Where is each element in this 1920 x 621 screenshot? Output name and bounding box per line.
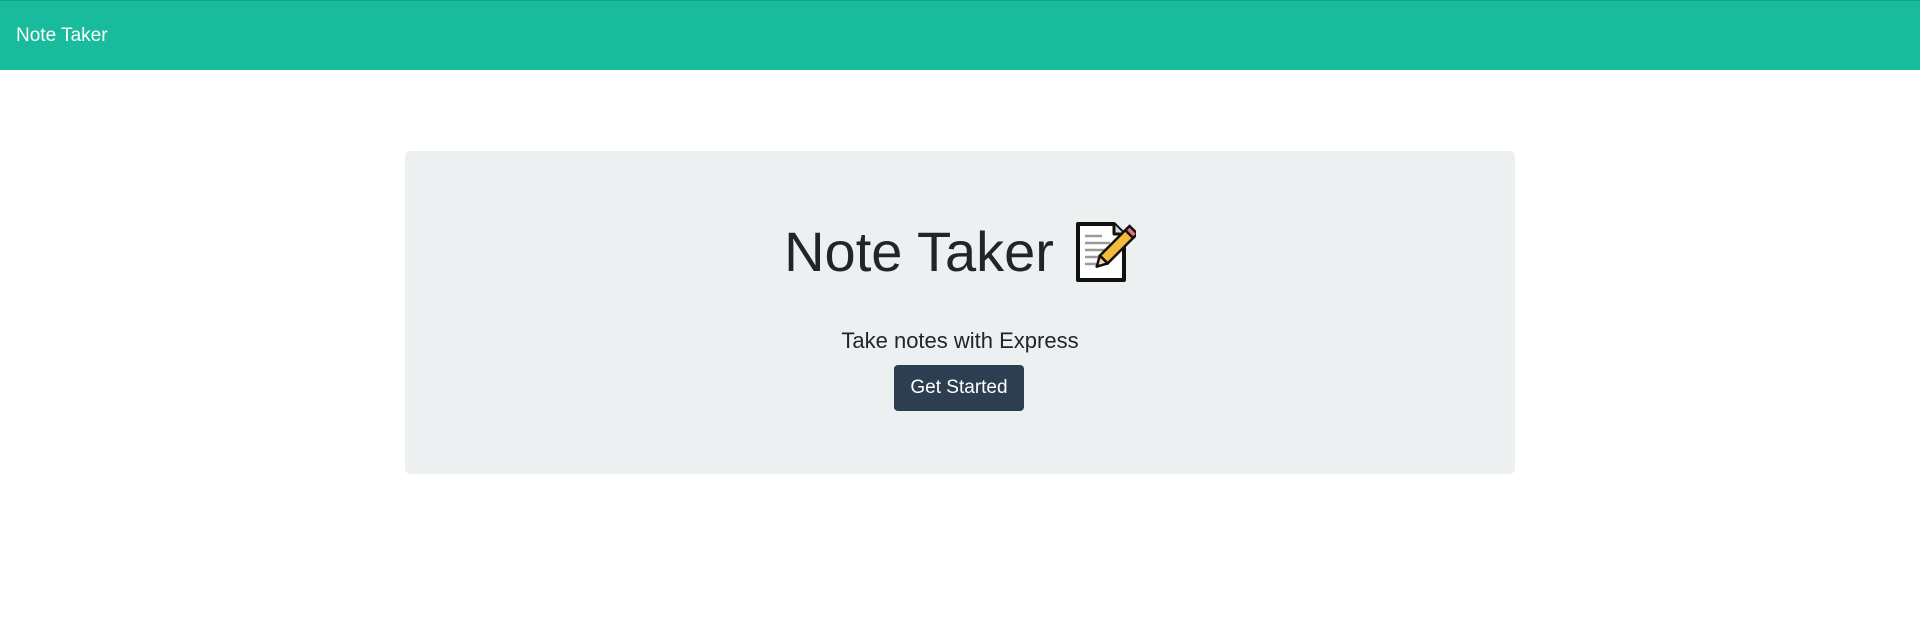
top-navbar: Note Taker — [0, 0, 1920, 70]
get-started-button[interactable]: Get Started — [894, 365, 1024, 411]
hero-subtitle: Take notes with Express — [841, 328, 1079, 353]
hero-title-row: Note Taker — [405, 217, 1515, 287]
navbar-brand-link[interactable]: Note Taker — [16, 1, 108, 71]
hero-jumbotron: Note Taker Take notes with Express Get S… — [405, 151, 1515, 474]
memo-icon — [1072, 220, 1139, 284]
page-title: Note Taker — [784, 220, 1054, 283]
